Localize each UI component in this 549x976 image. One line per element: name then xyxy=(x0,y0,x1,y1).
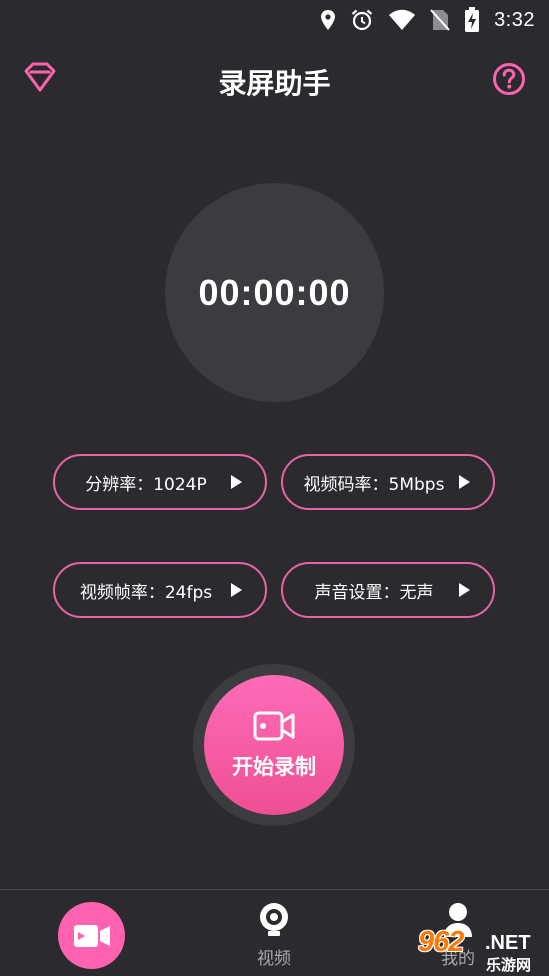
location-icon xyxy=(321,10,336,30)
start-record-button[interactable]: 开始录制 xyxy=(204,675,344,815)
play-arrow-icon xyxy=(231,583,242,597)
audio-label: 声音设置：无声 xyxy=(314,582,434,603)
wifi-icon xyxy=(389,9,416,30)
video-camera-icon xyxy=(253,711,295,741)
nav-mine-label: 我的 xyxy=(441,949,475,969)
record-button-ring: 开始录制 xyxy=(193,664,355,826)
page-title: 录屏助手 xyxy=(218,67,331,100)
resolution-setting-button[interactable]: 分辨率：1024P xyxy=(53,454,267,510)
app-header: 录屏助手 xyxy=(0,56,549,106)
nav-mine-tab[interactable]: 我的 xyxy=(428,902,488,969)
nav-video-tab[interactable]: 视频 xyxy=(244,902,304,969)
nav-record-tab[interactable] xyxy=(58,902,125,969)
framerate-setting-button[interactable]: 视频帧率：24fps xyxy=(53,562,267,618)
timer-display: 00:00:00 xyxy=(165,183,384,402)
start-record-label: 开始录制 xyxy=(232,755,316,779)
no-sim-icon xyxy=(430,9,450,31)
play-arrow-icon xyxy=(459,583,470,597)
record-video-icon xyxy=(73,924,110,947)
bitrate-label: 视频码率：5Mbps xyxy=(303,474,445,495)
webcam-icon xyxy=(260,903,288,936)
bitrate-setting-button[interactable]: 视频码率：5Mbps xyxy=(281,454,495,510)
framerate-label: 视频帧率：24fps xyxy=(79,582,213,603)
help-icon[interactable] xyxy=(492,62,526,96)
nav-video-label: 视频 xyxy=(257,949,291,969)
timer-text: 00:00:00 xyxy=(198,271,351,313)
play-arrow-icon xyxy=(231,475,242,489)
status-time: 3:32 xyxy=(494,8,535,31)
user-icon xyxy=(444,903,472,937)
status-bar: 3:32 xyxy=(0,0,549,40)
audio-setting-button[interactable]: 声音设置：无声 xyxy=(281,562,495,618)
bottom-nav: 视频 我的 xyxy=(0,889,549,976)
battery-charging-icon xyxy=(465,7,480,32)
alarm-icon xyxy=(351,9,373,31)
resolution-label: 分辨率：1024P xyxy=(85,474,207,495)
play-arrow-icon xyxy=(459,475,470,489)
